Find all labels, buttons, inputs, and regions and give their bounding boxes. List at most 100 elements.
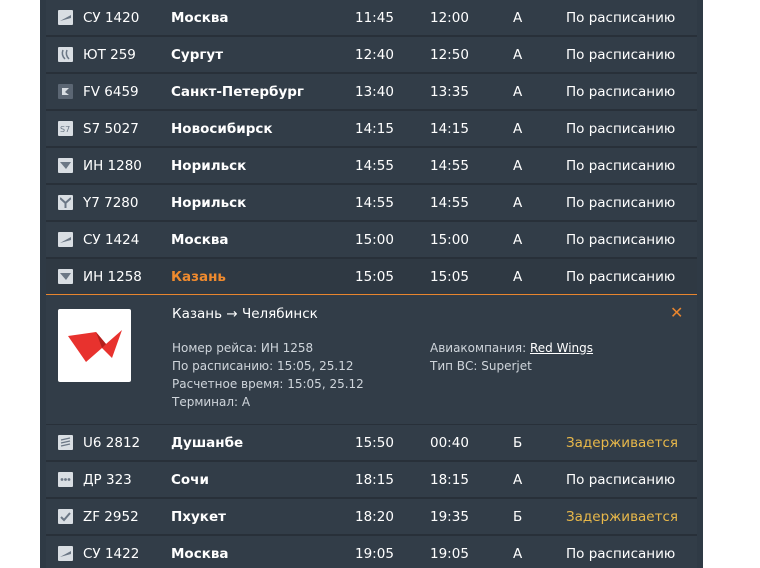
airline-label: Авиакомпания: xyxy=(430,341,530,355)
scheduled-time: 18:20 xyxy=(355,509,394,525)
svg-text:S7: S7 xyxy=(60,125,70,134)
route-title: Казань → Челябинск xyxy=(172,306,318,322)
flight-number: Y7 7280 xyxy=(83,195,139,211)
utair-icon xyxy=(58,47,73,62)
detail-terminal: Терминал: A xyxy=(172,395,251,409)
scheduled-time: 14:15 xyxy=(355,121,394,137)
terminal: A xyxy=(513,546,523,562)
terminal: A xyxy=(513,47,523,63)
terminal: A xyxy=(513,195,523,211)
estimated-time: 12:00 xyxy=(430,10,469,26)
scheduled-time: 11:45 xyxy=(355,10,394,26)
flight-row[interactable]: S7 S7 5027 Новосибирск 14:15 14:15 A По … xyxy=(46,111,697,148)
destination: Норильск xyxy=(171,195,247,211)
destination: Москва xyxy=(171,10,229,26)
detail-flight-number: Номер рейса: ИН 1258 xyxy=(172,341,314,355)
terminal: A xyxy=(513,121,523,137)
estimated-time: 15:05 xyxy=(430,269,469,285)
flight-row[interactable]: ИН 1280 Норильск 14:55 14:55 A По распис… xyxy=(46,148,697,185)
airline-link[interactable]: Red Wings xyxy=(530,341,593,355)
scheduled-time: 15:05 xyxy=(355,269,394,285)
rossiya-icon xyxy=(58,84,73,99)
destination: Сочи xyxy=(171,472,209,488)
flight-row[interactable]: ЮТ 259 Сургут 12:40 12:50 A По расписани… xyxy=(46,37,697,74)
flight-number: ДР 323 xyxy=(83,472,132,488)
estimated-time: 13:35 xyxy=(430,84,469,100)
terminal: Б xyxy=(513,509,523,525)
scheduled-time: 15:50 xyxy=(355,435,394,451)
flight-row[interactable]: СУ 1422 Москва 19:05 19:05 A По расписан… xyxy=(46,536,697,568)
flight-number: S7 5027 xyxy=(83,121,139,137)
estimated-time: 15:00 xyxy=(430,232,469,248)
terminal: A xyxy=(513,10,523,26)
scheduled-time: 19:05 xyxy=(355,546,394,562)
flight-number: СУ 1424 xyxy=(83,232,140,248)
status-text: По расписанию xyxy=(566,195,676,211)
destination: Казань xyxy=(171,269,226,285)
flight-row[interactable]: Y7 7280 Норильск 14:55 14:55 A По распис… xyxy=(46,185,697,222)
aeroflot-icon xyxy=(58,10,73,25)
estimated-time: 12:50 xyxy=(430,47,469,63)
status-text: По расписанию xyxy=(566,84,676,100)
airline-logo xyxy=(58,309,131,382)
flight-number: ИН 1280 xyxy=(83,158,142,174)
scheduled-time: 12:40 xyxy=(355,47,394,63)
flight-number: ЮТ 259 xyxy=(83,47,136,63)
status-text: По расписанию xyxy=(566,10,676,26)
destination: Душанбе xyxy=(171,435,244,451)
status-text: Задерживается xyxy=(566,435,679,451)
flight-row[interactable]: СУ 1420 Москва 11:45 12:00 A По расписан… xyxy=(46,0,697,37)
flight-number: СУ 1420 xyxy=(83,10,140,26)
status-text: По расписанию xyxy=(566,158,676,174)
nordwind-icon xyxy=(58,158,73,173)
redwings-icon xyxy=(58,269,73,284)
nordstar-icon xyxy=(58,195,73,210)
flight-row[interactable]: ДР 323 Сочи 18:15 18:15 A По расписанию xyxy=(46,462,697,499)
status-text: По расписанию xyxy=(566,472,676,488)
terminal: A xyxy=(513,84,523,100)
flight-row[interactable]: ZF 2952 Пхукет 18:20 19:35 Б Задерживает… xyxy=(46,499,697,536)
flight-row[interactable]: U6 2812 Душанбе 15:50 00:40 Б Задерживае… xyxy=(46,425,697,462)
estimated-time: 14:55 xyxy=(430,195,469,211)
destination: Москва xyxy=(171,546,229,562)
scheduled-time: 18:15 xyxy=(355,472,394,488)
destination: Норильск xyxy=(171,158,247,174)
flight-number: ИН 1258 xyxy=(83,269,142,285)
flight-row[interactable]: СУ 1424 Москва 15:00 15:00 A По расписан… xyxy=(46,222,697,259)
detail-scheduled: По расписанию: 15:05, 25.12 xyxy=(172,359,354,373)
scheduled-time: 15:00 xyxy=(355,232,394,248)
status-text: По расписанию xyxy=(566,232,676,248)
status-text: Задерживается xyxy=(566,509,679,525)
redwings-logo-icon xyxy=(67,329,122,362)
estimated-time: 14:15 xyxy=(430,121,469,137)
estimated-time: 19:35 xyxy=(430,509,469,525)
pobeda-icon xyxy=(58,472,73,487)
detail-airline: Авиакомпания: Red Wings xyxy=(430,339,593,357)
terminal: A xyxy=(513,158,523,174)
scheduled-time: 13:40 xyxy=(355,84,394,100)
estimated-time: 00:40 xyxy=(430,435,469,451)
close-icon[interactable]: ✕ xyxy=(670,303,683,322)
flight-board: СУ 1420 Москва 11:45 12:00 A По расписан… xyxy=(40,0,703,568)
status-text: По расписанию xyxy=(566,546,676,562)
status-text: По расписанию xyxy=(566,269,676,285)
detail-aircraft: Тип ВС: Superjet xyxy=(430,359,532,373)
estimated-time: 19:05 xyxy=(430,546,469,562)
flight-number: ZF 2952 xyxy=(83,509,139,525)
flight-row-selected[interactable]: ИН 1258 Казань 15:05 15:05 A По расписан… xyxy=(46,259,697,295)
status-text: По расписанию xyxy=(566,47,676,63)
scheduled-time: 14:55 xyxy=(355,195,394,211)
scheduled-time: 14:55 xyxy=(355,158,394,174)
flight-row[interactable]: FV 6459 Санкт-Петербург 13:40 13:35 A По… xyxy=(46,74,697,111)
aeroflot-icon xyxy=(58,232,73,247)
status-text: По расписанию xyxy=(566,121,676,137)
destination: Сургут xyxy=(171,47,224,63)
flight-number: СУ 1422 xyxy=(83,546,140,562)
destination: Санкт-Петербург xyxy=(171,84,304,100)
flight-number: FV 6459 xyxy=(83,84,139,100)
s7-icon: S7 xyxy=(58,121,73,136)
estimated-time: 14:55 xyxy=(430,158,469,174)
uralairlines-icon xyxy=(58,435,73,450)
terminal: A xyxy=(513,472,523,488)
estimated-time: 18:15 xyxy=(430,472,469,488)
